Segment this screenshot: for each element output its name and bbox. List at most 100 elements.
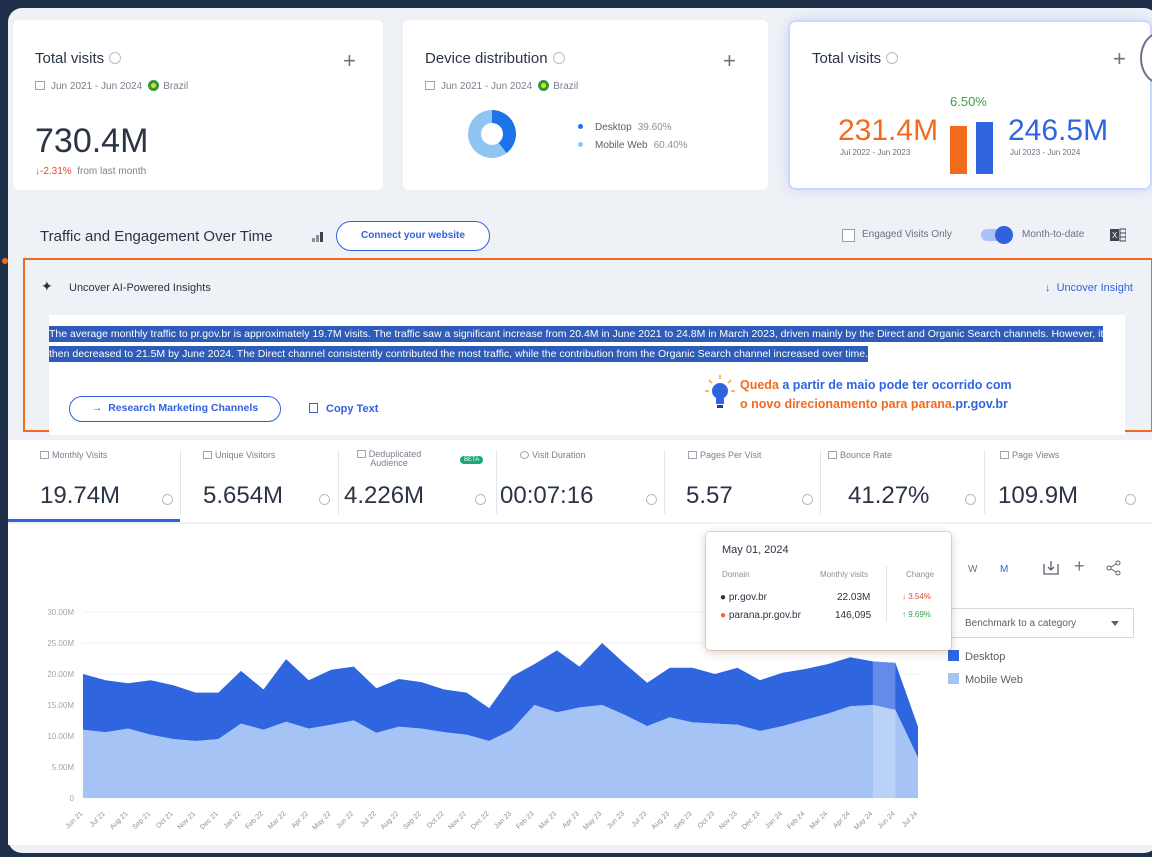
metric-label-text: Unique Visitors [215,450,276,460]
metric-monthly-visits[interactable]: Monthly Visits 19.74M [40,450,200,509]
week-button[interactable]: W [968,564,977,575]
legend-desktop-label: Desktop [965,651,1006,663]
row-change: ↓ 3.54% [902,592,931,601]
x-tick-label: Aug 21 [109,810,130,831]
divider [664,450,665,514]
overlay-edge [1140,32,1152,84]
x-tick-label: Jan 23 [493,810,513,830]
bounce-icon [828,451,837,459]
info-icon[interactable] [802,494,813,505]
x-tick-label: Jul 23 [630,810,648,828]
date-range: Jun 2021 - Jun 2024 [441,81,533,92]
ai-insight-text[interactable]: The average monthly traffic to pr.gov.br… [49,324,1109,364]
add-icon[interactable]: + [1074,556,1085,577]
add-icon[interactable]: + [1113,46,1126,72]
device-distribution-card: Device distribution + Jun 2021 - Jun 202… [403,20,768,190]
legend-mobile: Mobile Web 60.40% [578,140,688,151]
desktop-dot [578,124,583,129]
info-icon[interactable] [475,494,486,505]
desktop-label: Desktop [595,122,632,133]
x-tick-label: Sep 21 [131,810,152,831]
row-domain: pr.gov.br [728,592,767,603]
month-to-date-toggle[interactable] [981,226,1013,244]
mobile-dot [578,142,583,147]
card-title: Total visits [35,50,122,67]
excel-export-icon[interactable]: X [1110,227,1126,243]
legend-desktop[interactable]: Desktop [948,650,1005,663]
info-icon[interactable] [109,52,122,64]
section-title: Traffic and Engagement Over Time [40,228,273,245]
calendar-icon [425,81,435,90]
x-tick-label: Mar 23 [538,810,558,830]
info-icon[interactable] [1125,494,1136,505]
annotation-queda: Queda [740,378,779,392]
copy-text-button[interactable]: Copy Text [309,403,378,415]
metric-label: Pages Per Visit [688,450,848,460]
previous-period-label: Jul 2022 - Jun 2023 [840,148,911,157]
metric-value: 5.654M [203,482,284,509]
date-range: Jun 2021 - Jun 2024 [51,81,143,92]
device-donut-chart [468,110,516,158]
annotation-part2: a partir de maio pode ter ocorrido com [778,378,1012,392]
engaged-visits-checkbox[interactable] [842,229,855,242]
research-button-label: Research Marketing Channels [108,402,259,414]
mobile-swatch [948,673,959,684]
ai-insights-box: ✦ Uncover AI-Powered Insights ↓ Uncover … [23,258,1152,435]
sparkle-icon: ✦ [41,278,53,294]
info-icon[interactable] [646,494,657,505]
card-title-text: Total visits [35,50,105,67]
bar-chart-icon[interactable] [312,230,326,242]
metric-bounce-rate[interactable]: Bounce Rate 41.27% [828,450,988,509]
calendar-icon [35,81,45,90]
month-button[interactable]: M [1000,564,1008,575]
y-tick-label: 30.00M [47,608,74,617]
tooltip-row-domain: ● pr.gov.br [720,592,767,603]
metric-visit-duration[interactable]: Visit Duration 00:07:16 [500,450,680,509]
page-views-icon [1000,451,1009,459]
tooltip-date: May 01, 2024 [722,544,789,556]
info-icon[interactable] [552,52,565,64]
y-tick-label: 20.00M [47,670,74,679]
uncover-insight-link[interactable]: ↓ Uncover Insight [1045,282,1133,294]
row-visits: 146,095 [835,610,872,621]
total-visits-comparison-card: Total visits + 6.50% 231.4M Jul 2022 - J… [790,22,1152,188]
info-icon[interactable] [162,494,173,505]
info-icon[interactable] [965,494,976,505]
info-icon[interactable] [886,52,899,64]
connect-website-button[interactable]: Connect your website [336,221,490,251]
calendar-icon [40,451,49,459]
lightbulb-icon [705,375,735,408]
chart-tooltip: May 01, 2024 Domain Monthly visits Chang… [706,532,951,650]
metric-label-text: Deduplicated Audience [368,449,422,468]
x-tick-label: Jan 22 [223,810,243,830]
x-tick-label: Feb 24 [786,810,806,830]
current-period-bar [976,122,993,174]
y-tick-label: 0 [70,794,75,803]
x-tick-label: Mar 24 [809,810,829,830]
share-icon[interactable] [1106,560,1122,576]
active-metric-underline [8,519,180,522]
benchmark-select[interactable]: Benchmark to a category [950,608,1134,638]
metric-pages-per-visit[interactable]: Pages Per Visit 5.57 [686,450,848,509]
tooltip-col-visits: Monthly visits [820,570,869,579]
metric-unique-visitors[interactable]: Unique Visitors 5.654M [203,450,363,509]
row-dot: ● [720,610,727,621]
x-tick-label: Mar 22 [267,810,287,830]
info-icon[interactable] [319,494,330,505]
x-tick-label: Nov 21 [177,810,198,831]
country-label: Brazil [163,81,189,92]
add-icon[interactable]: + [723,48,736,74]
users-icon [203,451,212,459]
x-tick-label: Jun 22 [335,810,355,830]
metric-deduplicated-audience[interactable]: Deduplicated Audience BETA 4.226M [344,449,504,509]
change-value: ↓-2.31% [35,166,72,177]
download-icon[interactable] [1042,560,1060,576]
metric-value: 00:07:16 [500,482,594,509]
research-marketing-channels-button[interactable]: → Research Marketing Channels [69,396,281,422]
legend-mobile[interactable]: Mobile Web [948,673,1023,686]
metric-page-views[interactable]: Page Views 109.9M [998,450,1152,509]
card-title-text: Device distribution [425,50,548,67]
add-icon[interactable]: + [343,48,356,74]
divider [338,450,339,514]
pages-icon [688,451,697,459]
